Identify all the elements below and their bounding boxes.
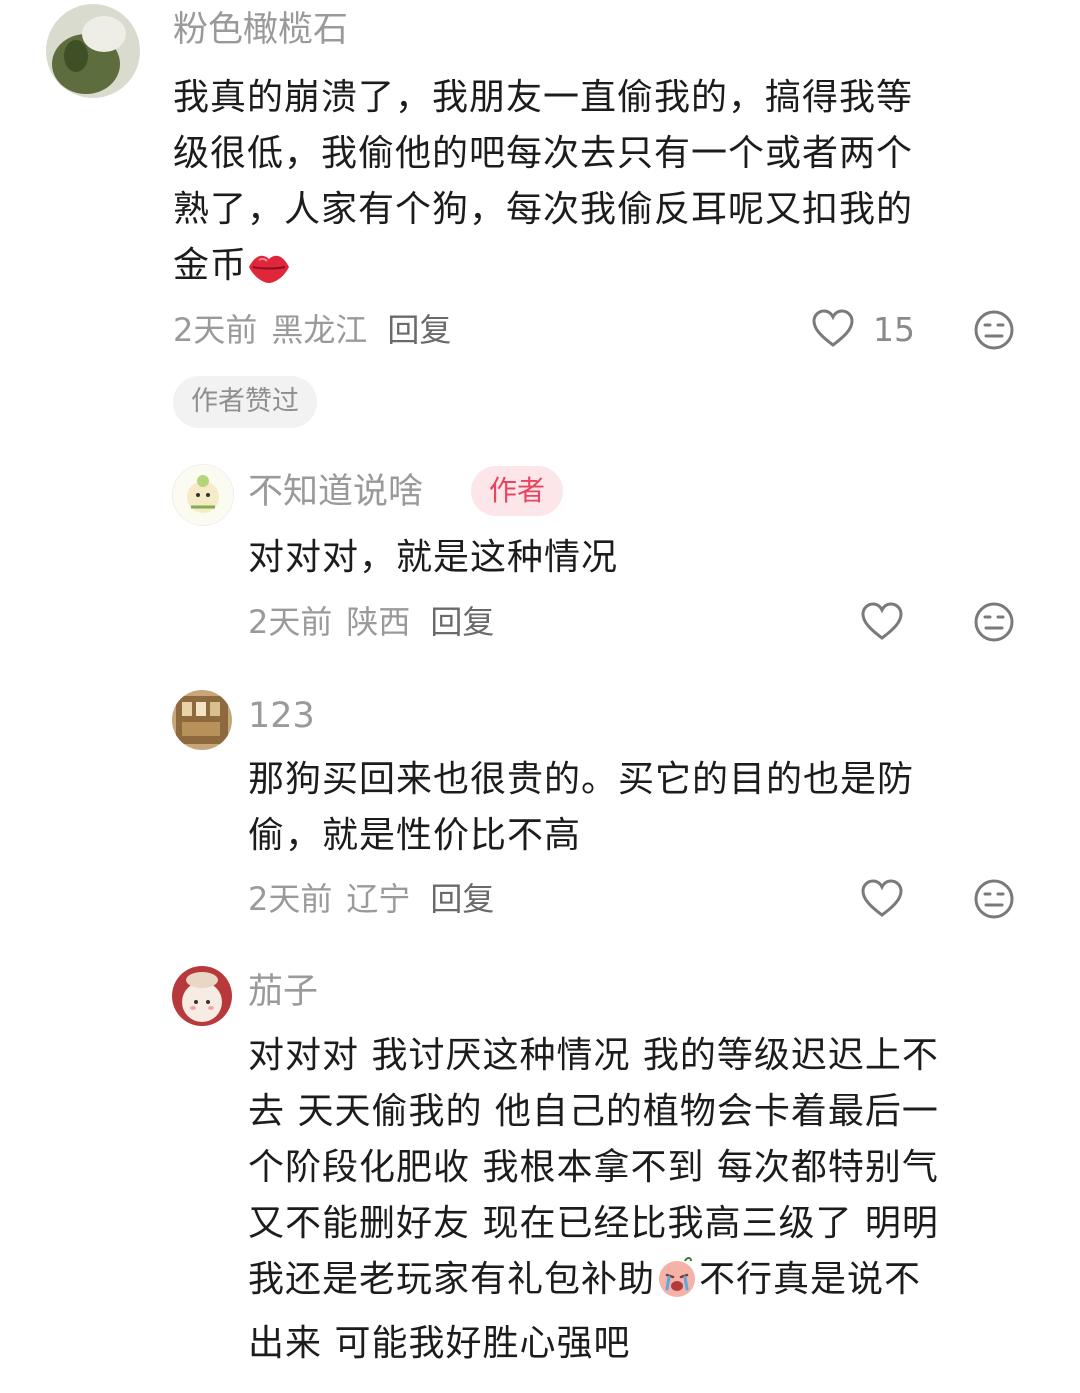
avatar[interactable]: [172, 966, 232, 1026]
comment-line: 个阶段化肥收 我根本拿不到 每次都特别气: [248, 1147, 939, 1188]
location: 辽宁: [346, 880, 411, 918]
avatar[interactable]: [172, 690, 232, 750]
comment-meta: 2天前 黑龙江 回复: [173, 310, 465, 350]
lips-emoji: [247, 246, 291, 302]
location: 陕西: [346, 603, 411, 641]
like-button[interactable]: 15: [811, 307, 915, 351]
comment-line: 级很低，我偷他的吧每次去只有一个或者两个: [173, 133, 914, 174]
comment-line: 出来 可能我好胜心强吧: [248, 1323, 631, 1364]
reply-button[interactable]: 回复: [387, 311, 451, 349]
comment-line-text: 金币: [173, 245, 248, 286]
comment-meta: 2天前 陕西 回复: [248, 602, 508, 642]
location: 黑龙江: [271, 311, 368, 349]
timestamp: 2天前: [248, 880, 333, 918]
timestamp: 2天前: [173, 311, 258, 349]
like-button[interactable]: [860, 877, 904, 921]
meh-face-icon: [974, 310, 1014, 350]
comment-meta: 2天前 辽宁 回复: [248, 879, 508, 919]
crying-emoji: [655, 1255, 699, 1316]
comment-line: 熟了，人家有个狗，每次我偷反耳呢又扣我的: [173, 189, 914, 230]
comment-text: 对对对，就是这种情况: [248, 530, 1028, 586]
dislike-button[interactable]: [973, 601, 1015, 643]
heart-icon: [861, 879, 903, 917]
comment-line-text: 我还是老玩家有礼包补助: [248, 1259, 656, 1300]
meh-face-icon: [974, 879, 1014, 919]
comment-line: 金币: [173, 238, 1033, 302]
comment-line: 偷，就是性价比不高: [248, 815, 582, 856]
comment-line-text: 不行真是说不: [699, 1259, 922, 1300]
like-count: 15: [873, 309, 915, 349]
avatar[interactable]: [46, 4, 140, 98]
reply-button[interactable]: 回复: [430, 603, 494, 641]
comment-text: 那狗买回来也很贵的。买它的目的也是防 偷，就是性价比不高: [248, 752, 1038, 864]
comment-line: 去 天天偷我的 他自己的植物会卡着最后一: [248, 1091, 939, 1132]
username[interactable]: 不知道说啥: [248, 472, 423, 512]
reply-button[interactable]: 回复: [430, 880, 494, 918]
comment-line: 我还是老玩家有礼包补助 不行真是说不: [248, 1252, 1048, 1316]
meh-face-icon: [974, 602, 1014, 642]
author-tag: 作者: [471, 466, 564, 516]
timestamp: 2天前: [248, 603, 333, 641]
dislike-button[interactable]: [973, 878, 1015, 920]
comment-line: 对对对 我讨厌这种情况 我的等级迟迟上不: [248, 1035, 939, 1076]
comment-line: 我真的崩溃了，我朋友一直偷我的，搞得我等: [173, 77, 914, 118]
username[interactable]: 茄子: [248, 972, 318, 1012]
avatar[interactable]: [172, 464, 234, 526]
comment-line: 对对对，就是这种情况: [248, 537, 619, 578]
username[interactable]: 粉色橄榄石: [173, 10, 348, 50]
comment-line: 那狗买回来也很贵的。买它的目的也是防: [248, 759, 915, 800]
heart-icon: [861, 602, 903, 640]
comment-text: 对对对 我讨厌这种情况 我的等级迟迟上不 去 天天偷我的 他自己的植物会卡着最后…: [248, 1028, 1048, 1372]
author-liked-badge: 作者赞过: [173, 376, 317, 428]
heart-icon: [812, 309, 854, 347]
dislike-button[interactable]: [973, 309, 1015, 351]
comment-line: 又不能删好友 现在已经比我高三级了 明明: [248, 1203, 939, 1244]
username[interactable]: 123: [248, 696, 315, 736]
like-button[interactable]: [860, 600, 904, 644]
comment-text: 我真的崩溃了，我朋友一直偷我的，搞得我等 级很低，我偷他的吧每次去只有一个或者两…: [173, 70, 1033, 302]
